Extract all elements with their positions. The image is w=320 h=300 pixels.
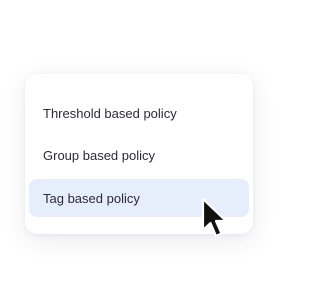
menu-item-tag-based-policy[interactable]: Tag based policy <box>29 179 249 217</box>
menu-item-group-based-policy[interactable]: Group based policy <box>29 136 249 174</box>
menu-item-label: Threshold based policy <box>43 105 177 121</box>
menu-item-label: Tag based policy <box>43 190 140 206</box>
menu-item-threshold-based-policy[interactable]: Threshold based policy <box>29 94 249 132</box>
stage: Threshold based policy Group based polic… <box>0 0 278 300</box>
policy-type-menu: Threshold based policy Group based polic… <box>25 74 253 234</box>
menu-item-label: Group based policy <box>43 147 156 163</box>
